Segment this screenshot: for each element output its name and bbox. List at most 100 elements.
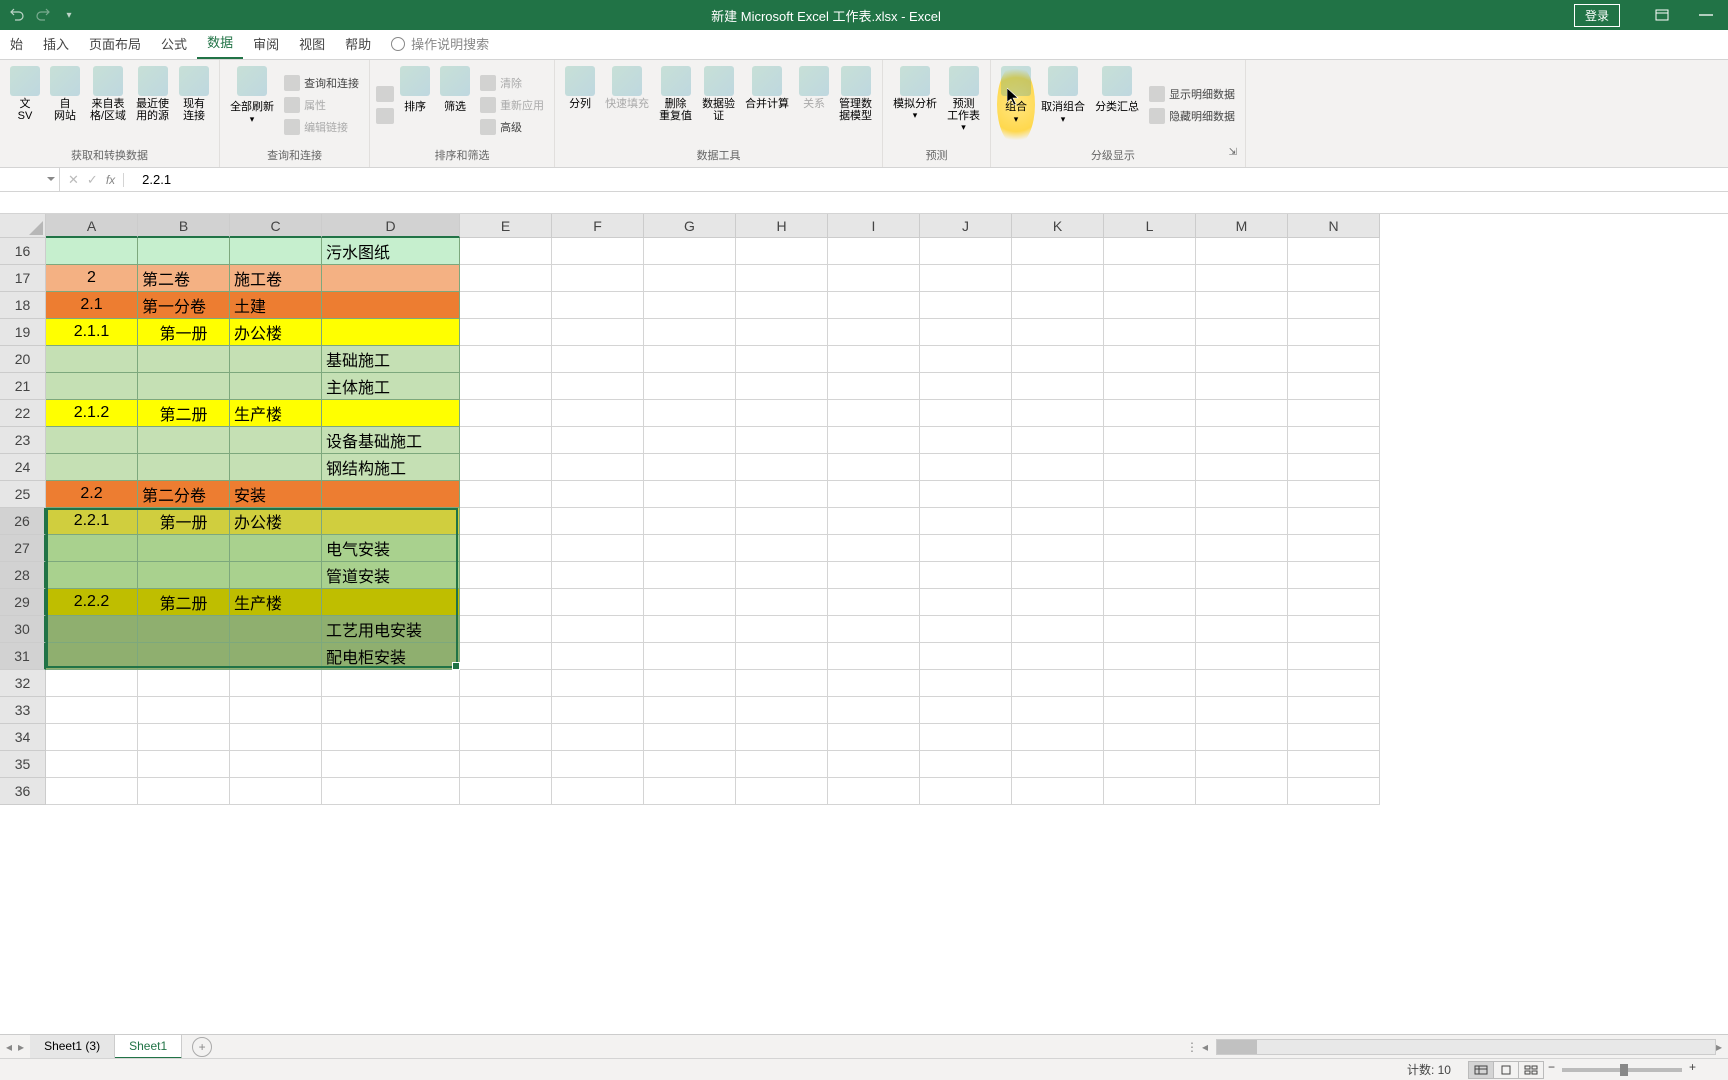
cell-H18[interactable]	[736, 292, 828, 319]
cell-B21[interactable]	[138, 373, 230, 400]
cell-L21[interactable]	[1104, 373, 1196, 400]
cell-N29[interactable]	[1288, 589, 1380, 616]
row-header-16[interactable]: 16	[0, 238, 46, 265]
cell-D19[interactable]	[322, 319, 460, 346]
cell-E18[interactable]	[460, 292, 552, 319]
cell-M29[interactable]	[1196, 589, 1288, 616]
g5-btn-1[interactable]: 预测 工作表▾	[943, 64, 984, 145]
cell-A16[interactable]	[46, 238, 138, 265]
cell-E16[interactable]	[460, 238, 552, 265]
cell-M32[interactable]	[1196, 670, 1288, 697]
cell-K24[interactable]	[1012, 454, 1104, 481]
cell-I20[interactable]	[828, 346, 920, 373]
cell-B23[interactable]	[138, 427, 230, 454]
cell-J33[interactable]	[920, 697, 1012, 724]
cell-B31[interactable]	[138, 643, 230, 670]
cell-I23[interactable]	[828, 427, 920, 454]
cell-C33[interactable]	[230, 697, 322, 724]
cell-A32[interactable]	[46, 670, 138, 697]
cell-A26[interactable]: 2.2.1	[46, 508, 138, 535]
cell-B17[interactable]: 第二卷	[138, 265, 230, 292]
cell-F16[interactable]	[552, 238, 644, 265]
cell-N27[interactable]	[1288, 535, 1380, 562]
cell-J36[interactable]	[920, 778, 1012, 805]
cell-E27[interactable]	[460, 535, 552, 562]
cell-A22[interactable]: 2.1.2	[46, 400, 138, 427]
cell-N17[interactable]	[1288, 265, 1380, 292]
col-header-M[interactable]: M	[1196, 214, 1288, 238]
cell-E17[interactable]	[460, 265, 552, 292]
cell-M35[interactable]	[1196, 751, 1288, 778]
cell-K33[interactable]	[1012, 697, 1104, 724]
row-header-18[interactable]: 18	[0, 292, 46, 319]
cell-E30[interactable]	[460, 616, 552, 643]
cell-H25[interactable]	[736, 481, 828, 508]
g4-btn-5[interactable]: 关系	[795, 64, 833, 145]
cells[interactable]: 污水图纸2第二卷施工卷2.1第一分卷土建2.1.1第一册办公楼基础施工主体施工2…	[46, 238, 1380, 805]
g5-btn-0[interactable]: 模拟分析▾	[889, 64, 941, 145]
refresh-all-button[interactable]: 全部刷新▾	[226, 64, 278, 145]
cell-H35[interactable]	[736, 751, 828, 778]
row-header-26[interactable]: 26	[0, 508, 46, 535]
cell-N20[interactable]	[1288, 346, 1380, 373]
cell-A23[interactable]	[46, 427, 138, 454]
cell-K28[interactable]	[1012, 562, 1104, 589]
cell-J35[interactable]	[920, 751, 1012, 778]
cell-J23[interactable]	[920, 427, 1012, 454]
cell-M21[interactable]	[1196, 373, 1288, 400]
filter-button[interactable]: 筛选	[436, 64, 474, 145]
cell-B24[interactable]	[138, 454, 230, 481]
sort-button[interactable]: 排序	[396, 64, 434, 145]
ribbon-tab-7[interactable]: 帮助	[335, 28, 381, 59]
cell-L18[interactable]	[1104, 292, 1196, 319]
cell-L36[interactable]	[1104, 778, 1196, 805]
cell-A24[interactable]	[46, 454, 138, 481]
spreadsheet[interactable]: ABCDEFGHIJKLMN 1617181920212223242526272…	[0, 214, 1728, 805]
cell-N23[interactable]	[1288, 427, 1380, 454]
cell-C31[interactable]	[230, 643, 322, 670]
cell-F28[interactable]	[552, 562, 644, 589]
cell-H31[interactable]	[736, 643, 828, 670]
g1-btn-2[interactable]: 来自表 格/区域	[86, 64, 130, 145]
cell-F22[interactable]	[552, 400, 644, 427]
cell-K26[interactable]	[1012, 508, 1104, 535]
cell-G35[interactable]	[644, 751, 736, 778]
cell-B30[interactable]	[138, 616, 230, 643]
page-layout-view-button[interactable]	[1493, 1061, 1519, 1079]
cell-H20[interactable]	[736, 346, 828, 373]
cell-B20[interactable]	[138, 346, 230, 373]
cell-D31[interactable]: 配电柜安装	[322, 643, 460, 670]
cell-G22[interactable]	[644, 400, 736, 427]
cell-B36[interactable]	[138, 778, 230, 805]
col-header-G[interactable]: G	[644, 214, 736, 238]
cell-H22[interactable]	[736, 400, 828, 427]
cell-I30[interactable]	[828, 616, 920, 643]
ribbon-tab-0[interactable]: 始	[0, 28, 33, 59]
cell-D27[interactable]: 电气安装	[322, 535, 460, 562]
cell-H30[interactable]	[736, 616, 828, 643]
cell-L17[interactable]	[1104, 265, 1196, 292]
cell-C22[interactable]: 生产楼	[230, 400, 322, 427]
cell-D35[interactable]	[322, 751, 460, 778]
g1-btn-0[interactable]: 文 SV	[6, 64, 44, 145]
cell-C21[interactable]	[230, 373, 322, 400]
g2-side-1[interactable]: 属性	[280, 95, 363, 115]
cell-K19[interactable]	[1012, 319, 1104, 346]
cell-F36[interactable]	[552, 778, 644, 805]
g6-side-0[interactable]: 显示明细数据	[1145, 84, 1239, 104]
row-header-28[interactable]: 28	[0, 562, 46, 589]
cell-I32[interactable]	[828, 670, 920, 697]
cell-H16[interactable]	[736, 238, 828, 265]
cell-M26[interactable]	[1196, 508, 1288, 535]
cell-D36[interactable]	[322, 778, 460, 805]
cell-C16[interactable]	[230, 238, 322, 265]
col-header-L[interactable]: L	[1104, 214, 1196, 238]
formula-input[interactable]: 2.2.1	[132, 172, 1728, 187]
cell-E22[interactable]	[460, 400, 552, 427]
cell-I34[interactable]	[828, 724, 920, 751]
cell-K18[interactable]	[1012, 292, 1104, 319]
undo-icon[interactable]	[8, 6, 26, 24]
cell-C34[interactable]	[230, 724, 322, 751]
cell-M23[interactable]	[1196, 427, 1288, 454]
cell-K32[interactable]	[1012, 670, 1104, 697]
